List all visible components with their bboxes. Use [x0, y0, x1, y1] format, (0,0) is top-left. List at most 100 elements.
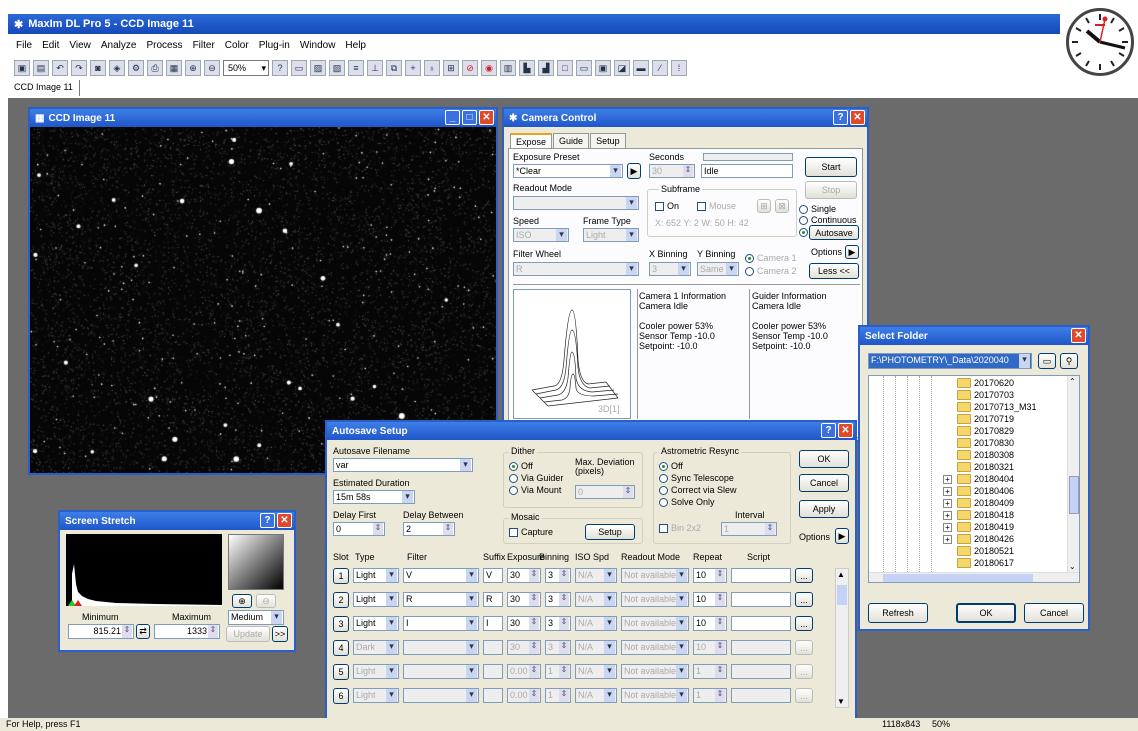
scroll-thumb[interactable]	[1069, 476, 1079, 514]
sync-telescope-radio[interactable]	[659, 474, 668, 483]
duration-select[interactable]: 15m 58s	[333, 490, 415, 504]
speed-select[interactable]: ISO	[513, 228, 569, 242]
slot-number[interactable]: 2	[333, 592, 349, 608]
line-icon[interactable]: ▬	[633, 60, 649, 76]
folder-item[interactable]: 20180418	[957, 510, 1014, 520]
slot-exposure-input[interactable]: 30	[507, 616, 541, 631]
slot-binning-input[interactable]: 3	[545, 640, 571, 655]
slot-exposure-input[interactable]: 30	[507, 568, 541, 583]
folder-item[interactable]: 20180521	[957, 546, 1014, 556]
update-button[interactable]: Update	[226, 626, 270, 642]
maximize-button[interactable]: □	[462, 110, 477, 125]
folder-item[interactable]: 20170620	[957, 378, 1014, 388]
slot-iso-select[interactable]: N/A	[575, 688, 617, 703]
less-button[interactable]: Less <<	[809, 263, 859, 279]
camera2-radio[interactable]	[745, 267, 754, 276]
minimize-button[interactable]: _	[445, 110, 460, 125]
histogram-icon[interactable]: ▥	[500, 60, 516, 76]
slot-script-input[interactable]	[731, 688, 791, 703]
folder-item[interactable]: 20170703	[957, 390, 1014, 400]
observatory-icon[interactable]: ◈	[109, 60, 125, 76]
menu-color[interactable]: Color	[225, 40, 249, 54]
slot-suffix-input[interactable]: I	[483, 616, 503, 631]
folder-item[interactable]: 20170719	[957, 414, 1014, 424]
scroll-up-icon[interactable]: ▲	[837, 570, 845, 579]
stretch-icon[interactable]: ▨	[310, 60, 326, 76]
slot-type-select[interactable]: Light	[353, 616, 399, 631]
slot-script-input[interactable]	[731, 592, 791, 607]
crosshair-icon[interactable]: +	[405, 60, 421, 76]
window-icon[interactable]: □	[557, 60, 573, 76]
folder-item[interactable]: 20180406	[957, 486, 1014, 496]
camera-control-titlebar[interactable]: ✱ Camera Control ? ✕	[504, 109, 867, 127]
menu-file[interactable]: File	[16, 40, 32, 54]
redo-icon[interactable]: ↷	[71, 60, 87, 76]
slot-script-browse-button[interactable]: ...	[795, 616, 813, 631]
folder-item[interactable]: 20180404	[957, 474, 1014, 484]
slot-number[interactable]: 3	[333, 616, 349, 632]
slot-readout-select[interactable]: Not available	[621, 592, 689, 607]
autosave-radio[interactable]	[799, 228, 808, 237]
slot-script-input[interactable]	[731, 664, 791, 679]
slot-repeat-input[interactable]: 10	[693, 616, 727, 631]
slot-type-select[interactable]: Light	[353, 568, 399, 583]
maximum-input[interactable]: 1333	[154, 624, 220, 639]
max-deviation-input[interactable]: 0	[575, 485, 635, 499]
target-icon[interactable]: ◉	[481, 60, 497, 76]
slot-script-browse-button[interactable]: ...	[795, 592, 813, 607]
network-icon[interactable]: ⚲	[1060, 353, 1078, 369]
info-icon[interactable]: ▭	[291, 60, 307, 76]
slot-repeat-input[interactable]: 1	[693, 688, 727, 703]
slot-suffix-input[interactable]	[483, 688, 503, 703]
interval-input[interactable]: 1	[721, 522, 777, 536]
slot-repeat-input[interactable]: 10	[693, 592, 727, 607]
slot-script-browse-button[interactable]: ...	[795, 664, 813, 679]
readout-mode-select[interactable]	[513, 196, 639, 210]
slot-type-select[interactable]: Light	[353, 664, 399, 679]
ok-button[interactable]: OK	[956, 603, 1016, 623]
expand-icon[interactable]: +	[943, 523, 952, 532]
slot-iso-select[interactable]: N/A	[575, 616, 617, 631]
print-icon[interactable]: ⎙	[147, 60, 163, 76]
slot-type-select[interactable]: Dark	[353, 640, 399, 655]
slot-binning-input[interactable]: 3	[545, 568, 571, 583]
zoom-out-icon[interactable]: ⊖	[204, 60, 220, 76]
slot-script-browse-button[interactable]: ...	[795, 640, 813, 655]
slot-script-input[interactable]	[731, 616, 791, 631]
tree-hscrollbar[interactable]	[869, 572, 1079, 582]
correct-slew-radio[interactable]	[659, 486, 668, 495]
expand-icon[interactable]: +	[943, 487, 952, 496]
tab-expose[interactable]: Expose	[510, 133, 553, 149]
select-folder-titlebar[interactable]: Select Folder ✕	[860, 327, 1088, 345]
slot-binning-input[interactable]: 3	[545, 592, 571, 607]
close-button[interactable]: ✕	[1071, 328, 1086, 343]
astro-off-radio[interactable]	[659, 462, 668, 471]
slot-repeat-input[interactable]: 10	[693, 568, 727, 583]
x-binning-select[interactable]: 3	[649, 262, 691, 276]
expand-icon[interactable]: +	[943, 511, 952, 520]
slot-script-browse-button[interactable]: ...	[795, 568, 813, 583]
capture-checkbox[interactable]	[509, 528, 518, 537]
menu-help[interactable]: Help	[345, 40, 366, 54]
slot-repeat-input[interactable]: 10	[693, 640, 727, 655]
slot-filter-select[interactable]: V	[403, 568, 479, 583]
slot-number[interactable]: 1	[333, 568, 349, 584]
autosave-filename-select[interactable]: var	[333, 458, 473, 472]
graph-icon[interactable]: ▙	[519, 60, 535, 76]
close-button[interactable]: ✕	[850, 110, 865, 125]
expand-icon[interactable]: +	[943, 475, 952, 484]
slot-iso-select[interactable]: N/A	[575, 592, 617, 607]
delay-between-input[interactable]: 2	[403, 522, 455, 536]
stack-icon[interactable]: ≡	[348, 60, 364, 76]
slot-number[interactable]: 6	[333, 688, 349, 704]
slot-exposure-input[interactable]: 30	[507, 592, 541, 607]
refresh-button[interactable]: Refresh	[868, 603, 928, 623]
slot-exposure-input[interactable]: 30	[507, 640, 541, 655]
scroll-down-icon[interactable]: ⌄	[1069, 562, 1076, 571]
zoom-select[interactable]: 50% ▾	[223, 60, 269, 76]
save-icon[interactable]: ▤	[33, 60, 49, 76]
menu-plugin[interactable]: Plug-in	[259, 40, 290, 54]
slot-iso-select[interactable]: N/A	[575, 640, 617, 655]
exposure-preset-select[interactable]: *Clear	[513, 164, 623, 178]
tab-guide[interactable]: Guide	[553, 133, 590, 149]
